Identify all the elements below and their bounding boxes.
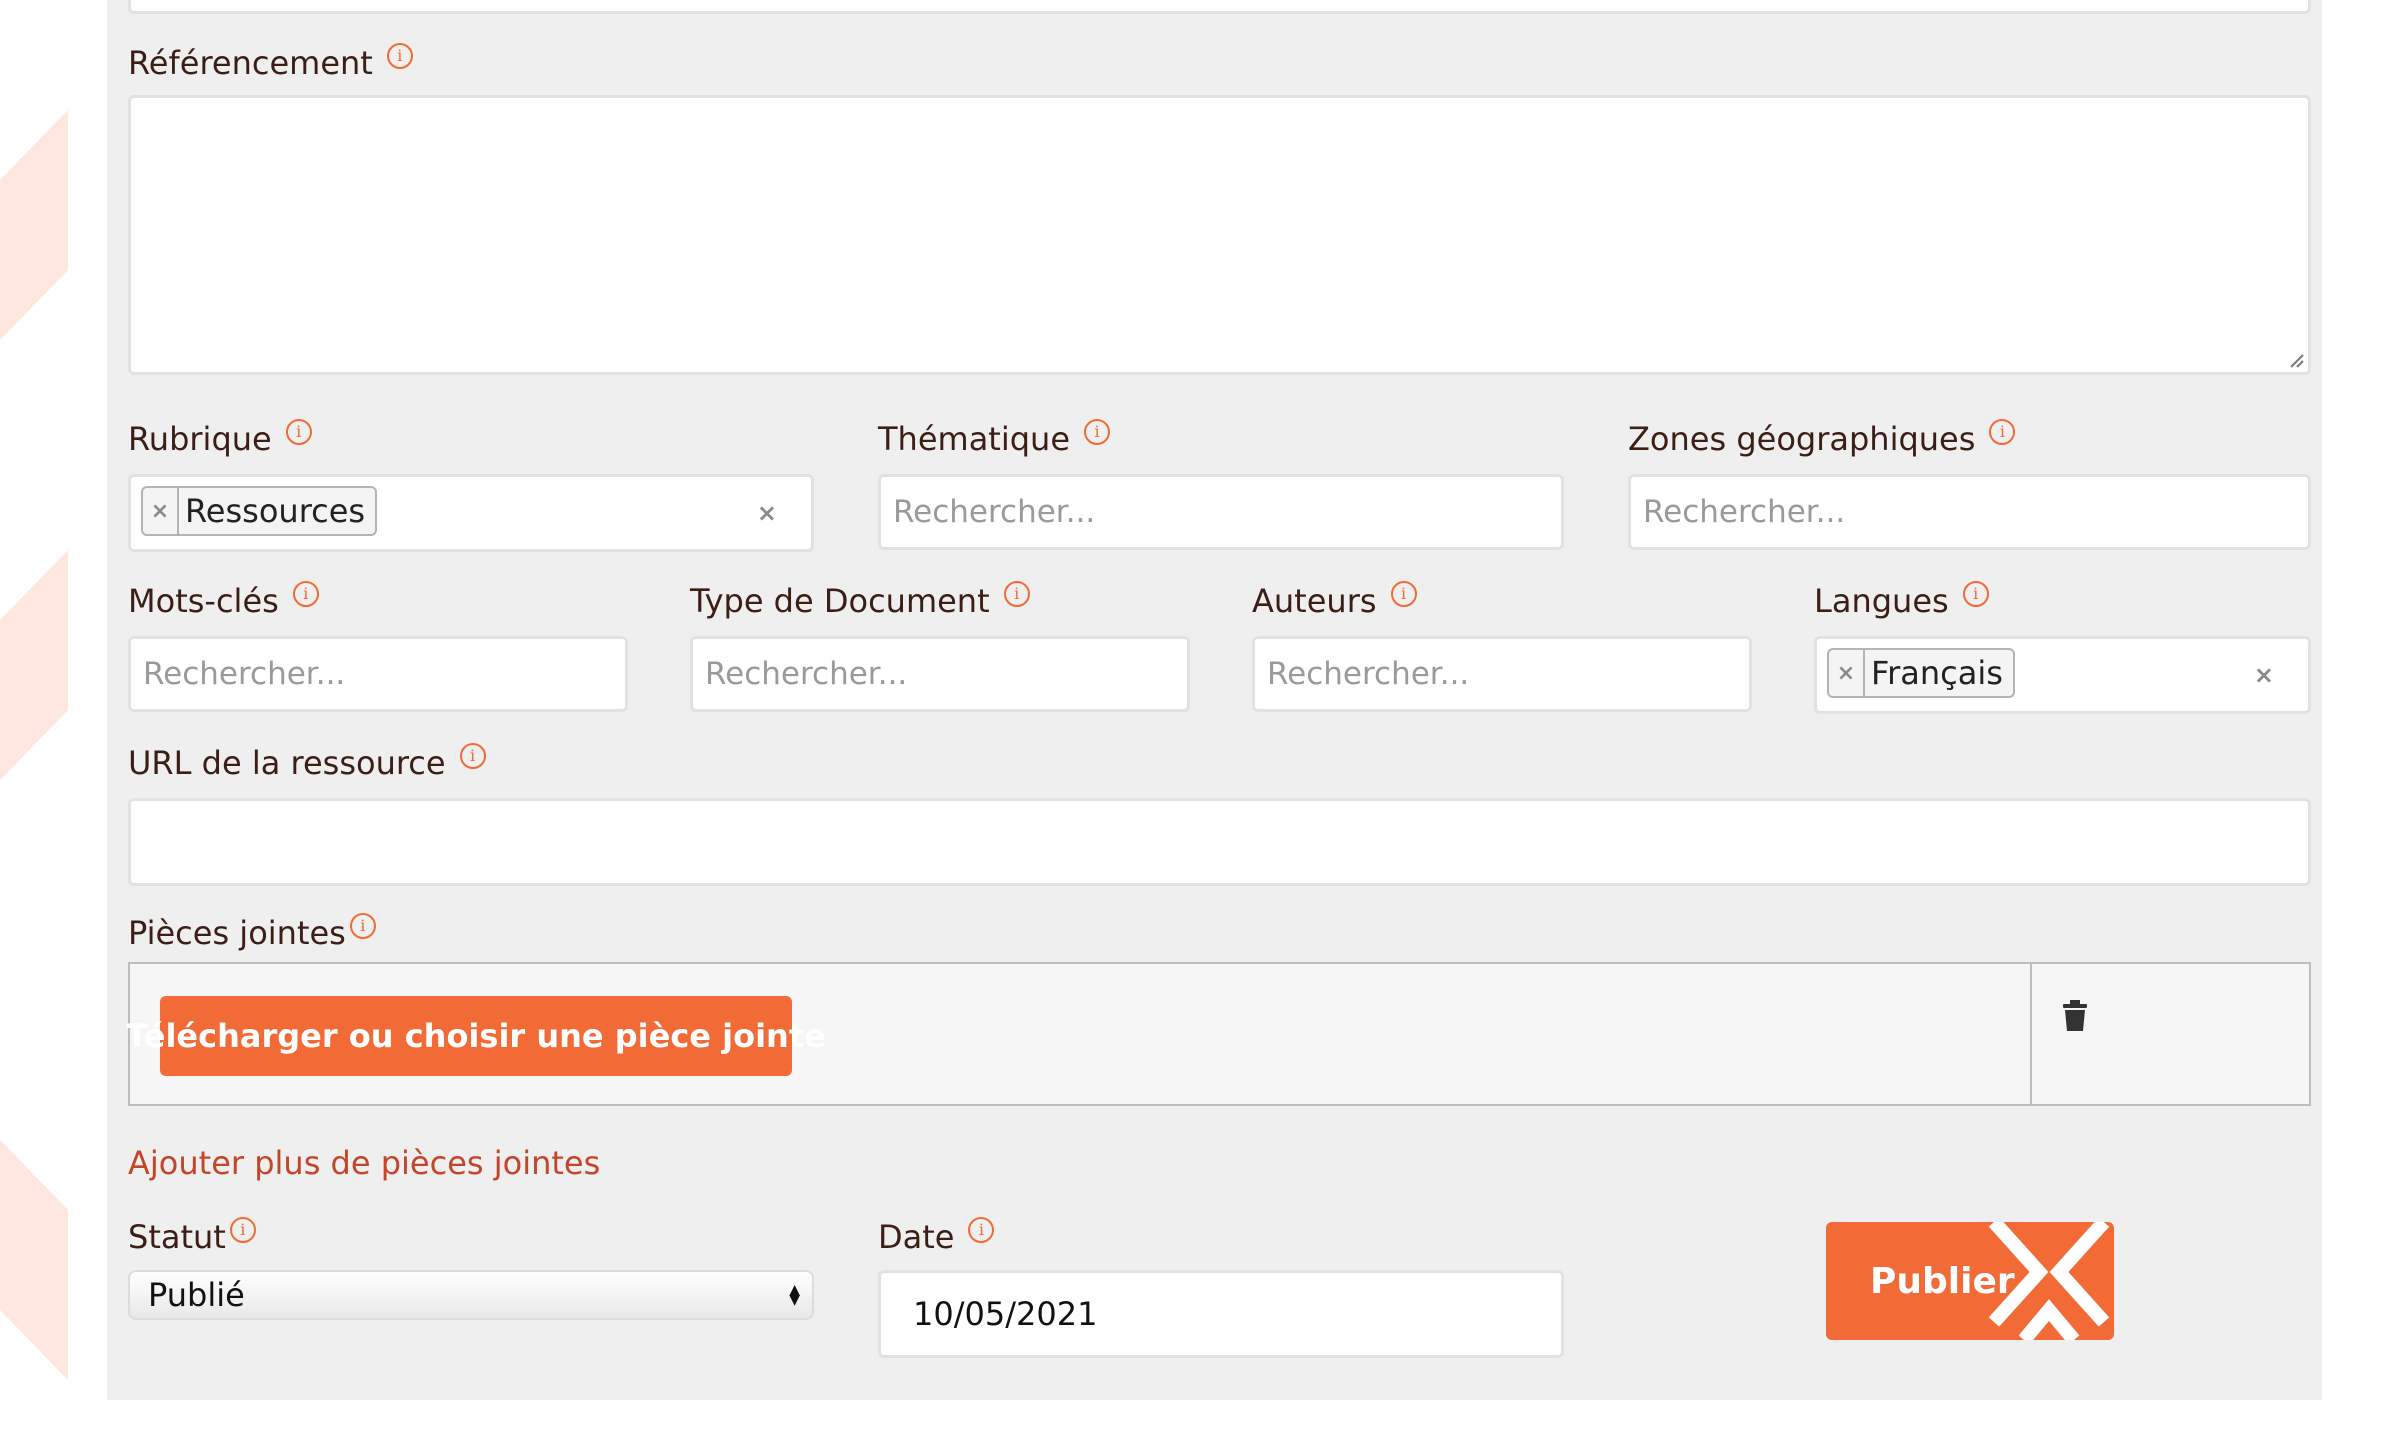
resize-handle-icon[interactable] [2288,352,2304,368]
type-document-label: Type de Document i [690,581,1030,620]
rubrique-tag: × Ressources [141,486,378,536]
info-icon[interactable]: i [285,419,312,445]
attachment-row: Télécharger ou choisir une pièce jointe [126,962,2311,1106]
type-document-placeholder: Rechercher... [705,656,908,692]
tag-label: Ressources [185,492,366,530]
thematique-input[interactable]: Rechercher... [878,474,1564,550]
clear-icon[interactable]: × [2254,661,2274,689]
pieces-jointes-label: Pièces jointes i [128,913,376,952]
langues-tag: × Français [1827,648,2015,698]
auteurs-input[interactable]: Rechercher... [1252,636,1752,712]
rubrique-label: Rubrique i [128,419,312,458]
rubrique-select[interactable]: × Ressources × [128,474,814,552]
remove-tag-icon[interactable]: × [1829,650,1865,696]
zones-input[interactable]: Rechercher... [1628,474,2311,550]
zones-label: Zones géographiques i [1628,419,2016,458]
langues-label: Langues i [1814,581,1989,620]
clear-icon[interactable]: × [757,499,777,527]
info-icon[interactable]: i [1390,581,1417,607]
thematique-label: Thématique i [878,419,1111,458]
statut-value: Publié [148,1276,245,1314]
info-icon[interactable]: i [1962,581,1989,607]
info-icon[interactable]: i [1003,581,1030,607]
attachment-divider [2030,964,2032,1104]
auteurs-placeholder: Rechercher... [1267,656,1470,692]
info-icon[interactable]: i [1989,419,2016,445]
publish-button[interactable]: Publier [1826,1222,2114,1340]
type-document-input[interactable]: Rechercher... [690,636,1190,712]
date-value: 10/05/2021 [913,1295,1098,1333]
statut-select[interactable]: Publié ▲ ▼ [128,1270,814,1320]
mots-cles-label: Mots-clés i [128,581,319,620]
mots-cles-input[interactable]: Rechercher... [128,636,628,712]
info-icon[interactable]: i [229,1217,256,1243]
info-icon[interactable]: i [349,913,376,939]
brand-x-icon [1988,1222,2110,1340]
date-input[interactable]: 10/05/2021 [878,1270,1564,1358]
info-icon[interactable]: i [968,1217,995,1243]
url-label: URL de la ressource i [128,743,486,782]
thematique-placeholder: Rechercher... [893,494,1096,530]
add-more-attachments-link[interactable]: Ajouter plus de pièces jointes [128,1144,600,1182]
statut-label: Statut i [128,1217,256,1256]
referencement-label: Référencement i [128,43,413,82]
info-icon[interactable]: i [386,43,413,69]
info-icon[interactable]: i [459,743,486,769]
langues-select[interactable]: × Français × [1814,636,2311,714]
auteurs-label: Auteurs i [1252,581,1417,620]
referencement-textarea[interactable] [128,95,2311,375]
zones-placeholder: Rechercher... [1643,494,1846,530]
date-label: Date i [878,1217,995,1256]
upload-attachment-button[interactable]: Télécharger ou choisir une pièce jointe [126,996,826,1076]
previous-textarea[interactable] [128,0,2311,14]
select-arrows-icon: ▲ ▼ [789,1282,800,1308]
info-icon[interactable]: i [1084,419,1111,445]
mots-cles-placeholder: Rechercher... [143,656,346,692]
info-icon[interactable]: i [292,581,319,607]
trash-icon[interactable] [2062,1000,2088,1032]
remove-tag-icon[interactable]: × [143,488,179,534]
url-input[interactable] [128,798,2311,886]
tag-label: Français [1871,654,2003,692]
